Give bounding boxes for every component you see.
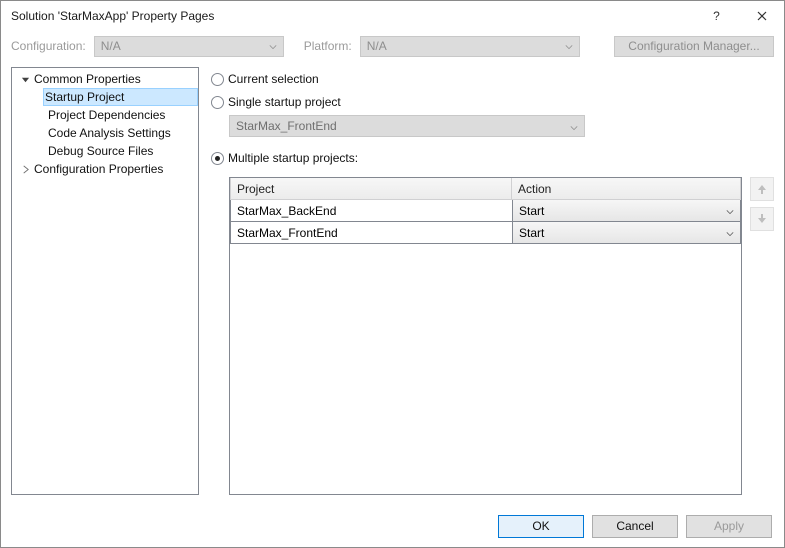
help-button[interactable]: ? [694, 1, 739, 31]
configuration-combo: N/A [94, 36, 284, 57]
move-down-button[interactable] [750, 207, 774, 231]
platform-label: Platform: [304, 39, 352, 53]
close-icon [757, 11, 767, 21]
tree-item-configuration-properties[interactable]: Configuration Properties [14, 160, 198, 178]
tree-label: Project Dependencies [48, 108, 165, 122]
chevron-down-icon [726, 205, 734, 219]
tree-item-code-analysis-settings[interactable]: Code Analysis Settings [44, 124, 198, 142]
dialog-button-bar: OK Cancel Apply [1, 505, 784, 547]
tree-item-startup-project[interactable]: Startup Project [43, 88, 198, 106]
chevron-down-icon [726, 227, 734, 241]
radio-multiple-startup[interactable]: Multiple startup projects: [211, 148, 774, 168]
chevron-down-icon [570, 121, 578, 135]
platform-value: N/A [367, 39, 387, 53]
tree-panel: Common Properties Startup Project Projec… [11, 67, 199, 495]
chevron-down-icon [269, 40, 277, 54]
title-bar: Solution 'StarMaxApp' Property Pages ? [1, 1, 784, 31]
content-panel: Current selection Single startup project… [211, 67, 774, 495]
cell-action-value: Start [519, 204, 544, 218]
configuration-label: Configuration: [11, 39, 86, 53]
tree-label: Code Analysis Settings [48, 126, 171, 140]
move-up-button[interactable] [750, 177, 774, 201]
radio-current-selection[interactable]: Current selection [211, 69, 774, 89]
cell-action-value: Start [519, 226, 544, 240]
cell-action-combo[interactable]: Start [512, 200, 741, 222]
startup-projects-grid: Project Action StarMax_BackEnd Start Sta… [229, 177, 742, 495]
toolbar: Configuration: N/A Platform: N/A Configu… [1, 31, 784, 61]
col-header-action[interactable]: Action [512, 178, 741, 200]
grid-row[interactable]: StarMax_FrontEnd Start [230, 222, 741, 244]
arrow-up-icon [756, 183, 768, 195]
ok-button[interactable]: OK [498, 515, 584, 538]
radio-icon [211, 73, 224, 86]
radio-icon [211, 96, 224, 109]
configuration-value: N/A [101, 39, 121, 53]
radio-label: Multiple startup projects: [228, 151, 358, 165]
expand-collapse-icon[interactable] [18, 162, 32, 176]
chevron-down-icon [565, 40, 573, 54]
cell-project: StarMax_BackEnd [230, 200, 512, 222]
platform-combo: N/A [360, 36, 580, 57]
radio-label: Current selection [228, 72, 319, 86]
tree-item-common-properties[interactable]: Common Properties [14, 70, 198, 88]
cancel-button[interactable]: Cancel [592, 515, 678, 538]
expand-collapse-icon[interactable] [18, 72, 32, 86]
tree-label: Startup Project [45, 90, 124, 104]
col-header-project[interactable]: Project [230, 178, 512, 200]
grid-header: Project Action [230, 178, 741, 200]
properties-tree: Common Properties Startup Project Projec… [12, 70, 198, 178]
apply-button[interactable]: Apply [686, 515, 772, 538]
tree-label: Configuration Properties [34, 162, 163, 176]
main-area: Common Properties Startup Project Projec… [1, 61, 784, 505]
tree-label: Common Properties [34, 72, 141, 86]
grid-area: Project Action StarMax_BackEnd Start Sta… [211, 177, 774, 495]
configuration-manager-button: Configuration Manager... [614, 36, 774, 57]
tree-label: Debug Source Files [48, 144, 153, 158]
single-startup-project-value: StarMax_FrontEnd [236, 119, 337, 133]
grid-row[interactable]: StarMax_BackEnd Start [230, 200, 741, 222]
close-button[interactable] [739, 1, 784, 31]
window-title: Solution 'StarMaxApp' Property Pages [11, 9, 694, 23]
tree-item-debug-source-files[interactable]: Debug Source Files [44, 142, 198, 160]
radio-single-startup[interactable]: Single startup project [211, 92, 774, 112]
single-startup-project-combo: StarMax_FrontEnd [229, 115, 585, 137]
reorder-buttons [750, 177, 774, 495]
cell-action-combo[interactable]: Start [512, 222, 741, 244]
cell-project: StarMax_FrontEnd [230, 222, 512, 244]
radio-icon [211, 152, 224, 165]
tree-item-project-dependencies[interactable]: Project Dependencies [44, 106, 198, 124]
arrow-down-icon [756, 213, 768, 225]
grid-empty-area [230, 244, 741, 494]
radio-label: Single startup project [228, 95, 341, 109]
